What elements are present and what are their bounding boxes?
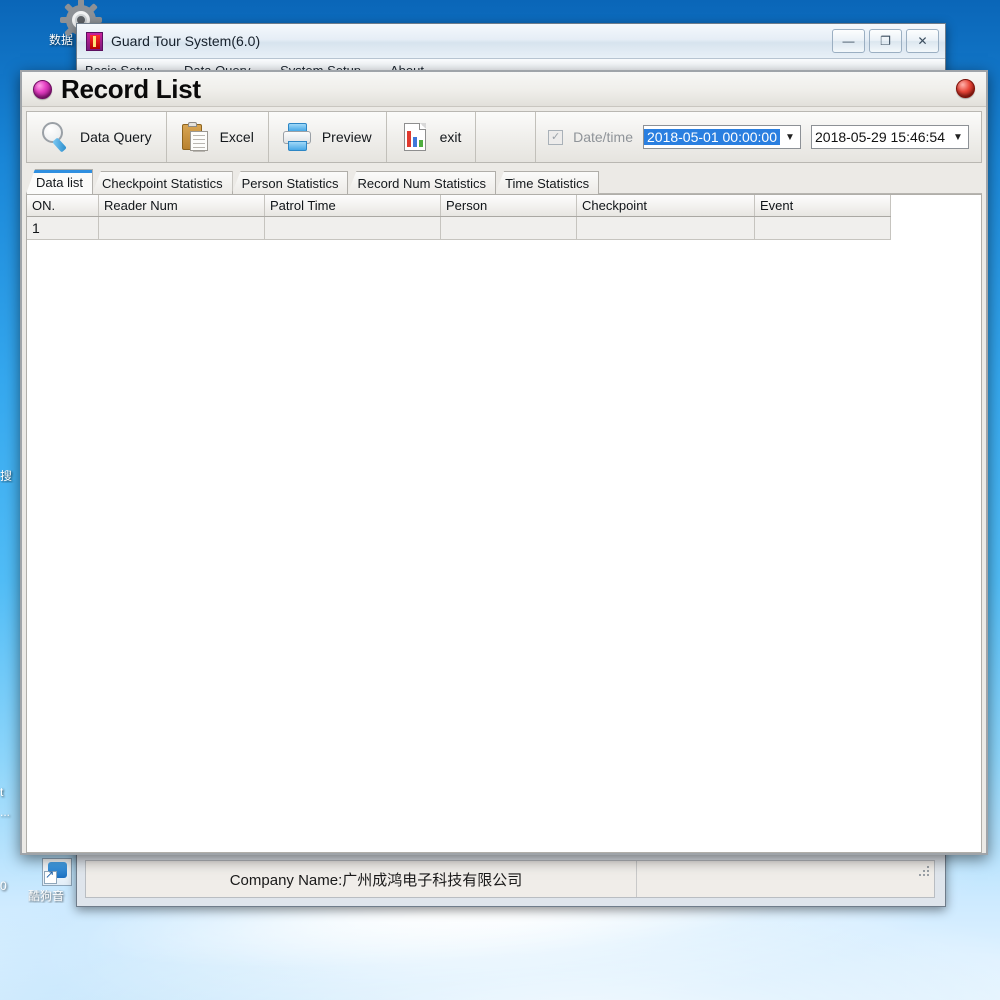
exit-button[interactable]: exit: [387, 112, 477, 162]
cell-event[interactable]: [754, 216, 891, 240]
preview-button[interactable]: Preview: [269, 112, 387, 162]
status-bar-divider: [636, 861, 637, 897]
window-controls[interactable]: — ❐ ✕: [832, 29, 939, 53]
table-header-row: ON. Reader Num Patrol Time Person Checkpoint…: [27, 195, 891, 217]
chart-document-icon: [401, 122, 431, 152]
desktop-shortcut-label: 酷狗音: [28, 890, 65, 903]
desktop-edge-label-2: t: [0, 786, 4, 799]
page-title: Record List: [61, 74, 201, 104]
record-list-toolbar[interactable]: Data Query Excel Preview exit ✓ Date/tim…: [26, 111, 982, 163]
excel-button[interactable]: Excel: [167, 112, 269, 162]
datetime-checkbox[interactable]: ✓: [548, 129, 564, 145]
cell-on[interactable]: 1: [27, 216, 99, 240]
magenta-orb-icon: [33, 79, 52, 99]
clipboard-document-icon: [181, 122, 211, 152]
window-titlebar[interactable]: Guard Tour System(6.0) — ❐ ✕: [77, 24, 945, 59]
app-icon: [86, 31, 103, 51]
tab-time-statistics-label: Time Statistics: [505, 175, 590, 191]
record-list-titlebar[interactable]: Record List: [22, 72, 986, 107]
tab-record-num-statistics[interactable]: Record Num Statistics: [347, 171, 497, 194]
cell-checkpoint[interactable]: [576, 216, 755, 240]
datetime-to-value[interactable]: 2018-05-29 15:46:54: [812, 129, 948, 145]
column-header-on[interactable]: ON.: [27, 195, 99, 217]
desktop-edge-label-1: 搜: [0, 470, 13, 483]
data-query-label: Data Query: [80, 129, 152, 145]
column-header-person[interactable]: Person: [440, 195, 577, 217]
cell-reader_num[interactable]: [98, 216, 265, 240]
desktop-shortcut-kugou-icon[interactable]: [42, 858, 72, 886]
resize-grip-icon[interactable]: [917, 864, 929, 876]
column-header-checkpoint[interactable]: Checkpoint: [576, 195, 755, 217]
tab-checkpoint-statistics[interactable]: Checkpoint Statistics: [91, 171, 233, 194]
maximize-button[interactable]: ❐: [869, 29, 902, 53]
close-button[interactable]: ✕: [906, 29, 939, 53]
tab-person-statistics[interactable]: Person Statistics: [231, 171, 349, 194]
status-company-name: Company Name:广州成鸿电子科技有限公司: [229, 871, 523, 889]
record-table[interactable]: ON. Reader Num Patrol Time Person Checkpoint…: [27, 195, 891, 240]
tab-time-statistics[interactable]: Time Statistics: [495, 171, 600, 194]
datetime-checkbox-label: Date/time: [573, 129, 633, 145]
minimize-button[interactable]: —: [832, 29, 865, 53]
window-title: Guard Tour System(6.0): [111, 33, 261, 49]
tab-checkpoint-statistics-label: Checkpoint Statistics: [101, 175, 223, 191]
datetime-to-dropdown-icon[interactable]: ▼: [948, 132, 968, 143]
data-list-grid[interactable]: ON. Reader Num Patrol Time Person Checkpoint…: [26, 194, 982, 853]
table-row[interactable]: 1: [27, 216, 891, 240]
table-body[interactable]: 1: [27, 216, 891, 240]
excel-label: Excel: [219, 129, 254, 145]
magnifier-icon: [41, 122, 71, 153]
printer-icon: [282, 122, 313, 152]
column-header-reader_num[interactable]: Reader Num: [98, 195, 265, 217]
preview-label: Preview: [321, 129, 372, 145]
status-bar: Company Name:广州成鸿电子科技有限公司: [85, 860, 935, 898]
desktop-edge-label-3: ...: [0, 806, 11, 819]
tab-record-num-statistics-label: Record Num Statistics: [357, 175, 487, 191]
cell-person[interactable]: [440, 216, 577, 240]
datetime-to-field[interactable]: 2018-05-29 15:46:54 ▼: [811, 125, 969, 149]
datetime-from-field[interactable]: 2018-05-01 00:00:00 ▼: [643, 125, 801, 149]
close-orb-icon[interactable]: [956, 79, 975, 98]
tab-data-list[interactable]: Data list: [26, 169, 93, 194]
desktop-edge-label-4: 0: [0, 880, 7, 893]
tab-data-list-label: Data list: [36, 174, 83, 190]
column-header-event[interactable]: Event: [754, 195, 891, 217]
datetime-from-dropdown-icon[interactable]: ▼: [780, 132, 800, 143]
record-list-tabs[interactable]: Data list Checkpoint Statistics Person S…: [26, 169, 982, 194]
datetime-from-value[interactable]: 2018-05-01 00:00:00: [644, 129, 780, 145]
record-list-dialog[interactable]: Record List Data Query Excel Preview exi…: [20, 70, 988, 855]
tab-person-statistics-label: Person Statistics: [241, 175, 339, 191]
data-query-button[interactable]: Data Query: [27, 112, 167, 162]
datetime-filter-group[interactable]: ✓ Date/time 2018-05-01 00:00:00 ▼ 2018-0…: [535, 112, 981, 162]
column-header-patrol_time[interactable]: Patrol Time: [264, 195, 441, 217]
cell-patrol_time[interactable]: [264, 216, 441, 240]
exit-label: exit: [439, 129, 462, 145]
